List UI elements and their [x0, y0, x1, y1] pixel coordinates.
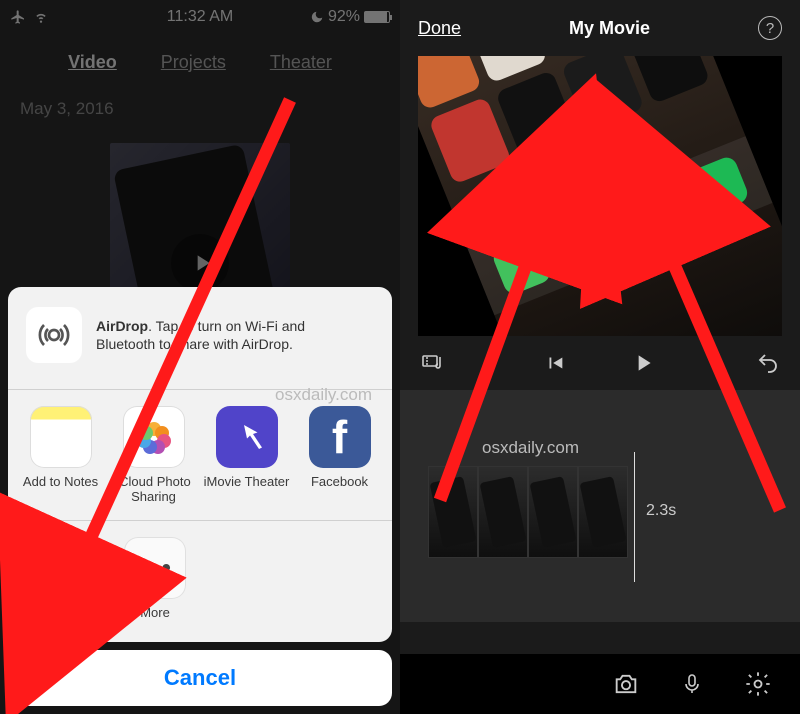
more-icon: •••	[124, 537, 186, 599]
action-create-movie[interactable]: Create Movie	[14, 537, 108, 620]
left-screenshot: 11:32 AM 92% Video Projects Theater May …	[0, 0, 400, 714]
right-screenshot: Done My Movie ?	[400, 0, 800, 714]
action-more[interactable]: ••• More	[108, 537, 202, 620]
facebook-icon: f	[309, 406, 371, 468]
music-note-icon[interactable]	[420, 351, 444, 375]
app-facebook[interactable]: f Facebook	[293, 406, 386, 504]
filmstrip-icon	[30, 537, 92, 599]
clip-row[interactable]	[428, 466, 628, 558]
camera-icon[interactable]	[612, 670, 640, 698]
watermark: osxdaily.com	[482, 438, 579, 458]
duration-label: 2.3s	[646, 502, 676, 520]
skip-back-icon[interactable]	[544, 352, 566, 374]
timeline[interactable]: osxdaily.com 2.3s	[400, 390, 800, 622]
airdrop-row[interactable]: AirDrop. Tap to turn on Wi-Fi and Blueto…	[8, 287, 392, 389]
preview-area[interactable]	[418, 56, 782, 336]
app-notes[interactable]: Add to Notes	[14, 406, 107, 504]
app-imovie-theater[interactable]: iMovie Theater	[200, 406, 293, 504]
app-icloud-photo[interactable]: iCloud Photo Sharing	[107, 406, 200, 504]
imovie-header: Done My Movie ?	[400, 0, 800, 56]
playhead[interactable]	[634, 452, 635, 582]
gear-icon[interactable]	[744, 670, 772, 698]
action-sheet: osxdaily.com AirDrop. Tap to turn on Wi-…	[8, 287, 392, 706]
action-row: Create Movie ••• More	[8, 521, 392, 642]
rotate-icon[interactable]	[525, 102, 675, 257]
photos-icon	[123, 406, 185, 468]
notes-icon	[30, 406, 92, 468]
app-row: Add to Notes iCloud Photo Sharing	[8, 390, 392, 520]
mic-icon[interactable]	[680, 670, 704, 698]
playback-controls	[400, 336, 800, 390]
airdrop-text: AirDrop. Tap to turn on Wi-Fi and Blueto…	[96, 317, 356, 353]
bottom-toolbar	[400, 654, 800, 714]
help-icon[interactable]: ?	[758, 16, 782, 40]
imovie-icon	[216, 406, 278, 468]
airdrop-icon	[26, 307, 82, 363]
undo-icon[interactable]	[756, 351, 780, 375]
cancel-button[interactable]: Cancel	[8, 650, 392, 706]
done-button[interactable]: Done	[418, 18, 461, 39]
play-icon[interactable]	[630, 350, 656, 376]
movie-title: My Movie	[569, 18, 650, 39]
